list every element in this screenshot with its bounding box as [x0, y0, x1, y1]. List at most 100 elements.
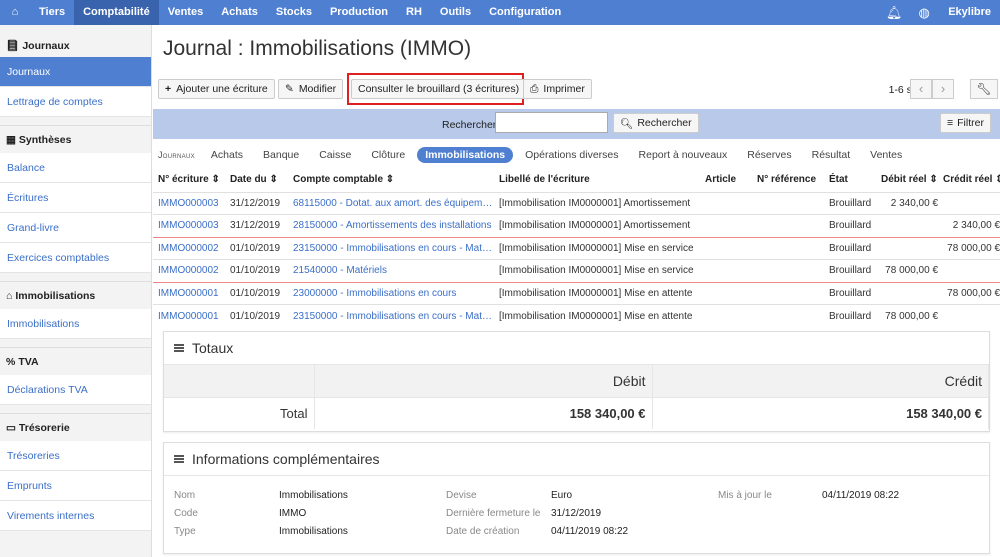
entry-label: [Immobilisation IM0000001] Amortissement [494, 191, 700, 215]
tab-ventes[interactable]: Ventes [862, 147, 910, 163]
nav-item-outils[interactable]: Outils [431, 0, 480, 25]
edit-button[interactable]: ✎ Modifier [278, 79, 344, 99]
sidebar-item-lettrage-de-comptes[interactable]: Lettrage de comptes [0, 87, 151, 117]
totals-title: Totaux [192, 340, 234, 356]
entry-date: 01/10/2019 [225, 281, 288, 305]
column-header-n-ecriture[interactable]: N° écriture ⇕ [153, 168, 225, 192]
nav-item-ventes[interactable]: Ventes [159, 0, 212, 25]
tab-caisse[interactable]: Caisse [311, 147, 359, 163]
sidebar-item-exercices-comptables[interactable]: Exercices comptables [0, 243, 151, 273]
credit-amount [938, 191, 1000, 215]
bell-icon[interactable]: 🔔︎ [879, 5, 909, 21]
print-button[interactable]: ⎙ Imprimer [523, 79, 592, 99]
info-devise: Euro [551, 490, 573, 501]
view-draft-button[interactable]: Consulter le brouillard (3 écritures) [351, 79, 527, 99]
tab-operations-diverses[interactable]: Opérations diverses [517, 147, 626, 163]
globe-icon[interactable]: ◍ [909, 5, 939, 21]
account-link[interactable]: 28150000 - Amortissements des installati… [288, 214, 494, 237]
info-nom: Immobilisations [279, 490, 348, 501]
entry-label: [Immobilisation IM0000001] Mise en servi… [494, 236, 700, 260]
tab-immobilisations[interactable]: Immobilisations [417, 147, 514, 163]
table-row[interactable]: IMMO000003 31/12/2019 68115000 - Dotat. au… [153, 191, 1000, 215]
entry-number-link[interactable]: IMMO000003 [153, 214, 225, 237]
info-header: Informations complémentaires [164, 443, 989, 476]
entry-label: [Immobilisation IM0000001] Mise en atten… [494, 281, 700, 305]
table-row[interactable]: IMMO000002 01/10/2019 21540000 - Matériels… [153, 259, 1000, 282]
sidebar-section-title: Immobilisations [15, 289, 96, 302]
plus-icon: + [165, 83, 172, 95]
nav-item-rh[interactable]: RH [397, 0, 431, 25]
pencil-icon: ✎ [285, 83, 294, 95]
search-button[interactable]: 🔍︎ Rechercher [613, 113, 699, 133]
nav-item-configuration[interactable]: Configuration [480, 0, 570, 25]
nav-right: 🔔︎ ◍ Ekylibre [879, 0, 1000, 25]
tab-reserves[interactable]: Réserves [739, 147, 799, 163]
list-icon [174, 344, 184, 352]
sidebar-item-immobilisations[interactable]: Immobilisations [0, 309, 151, 339]
sidebar-item-journaux[interactable]: Journaux [0, 57, 151, 87]
entry-number-link[interactable]: IMMO000002 [153, 259, 225, 282]
total-credit: 158 340,00 € [652, 396, 989, 429]
prev-page-button[interactable]: ‹ [910, 79, 932, 99]
account-link[interactable]: 23150000 - Immobilisations en cours - Ma… [288, 236, 494, 260]
sidebar-item-declarations-tva[interactable]: Déclarations TVA [0, 375, 151, 405]
nav-item-comptabilite[interactable]: Comptabilité [74, 0, 159, 25]
add-entry-label: Ajouter une écriture [176, 83, 268, 95]
next-page-button[interactable]: › [932, 79, 954, 99]
sidebar-item-emprunts[interactable]: Emprunts [0, 471, 151, 501]
article [700, 281, 752, 305]
column-header-credit-reel[interactable]: Crédit réel ⇕ [938, 168, 1000, 192]
sidebar-section-title: TVA [18, 355, 39, 368]
tab-cloture[interactable]: Clôture [363, 147, 413, 163]
nav-item-production[interactable]: Production [321, 0, 397, 25]
entry-label: [Immobilisation IM0000001] Mise en servi… [494, 259, 700, 282]
print-label: Imprimer [543, 83, 585, 95]
column-header-debit-reel[interactable]: Débit réel ⇕ [876, 168, 938, 192]
column-header-date-du[interactable]: Date du ⇕ [225, 168, 288, 192]
account-link[interactable]: 23000000 - Immobilisations en cours [288, 281, 494, 305]
table-row[interactable]: IMMO000001 01/10/2019 23000000 - Immobilis… [153, 281, 1000, 305]
table-row[interactable]: IMMO000002 01/10/2019 23150000 - Immobilis… [153, 236, 1000, 260]
filter-button[interactable]: ≡ Filtrer [940, 113, 991, 133]
wrench-icon[interactable]: 🔧︎ [970, 79, 998, 99]
account-link[interactable]: 21540000 - Matériels [288, 259, 494, 282]
entry-state: Brouillard [824, 281, 876, 305]
info-grid: Nom Immobilisations Code IMMO Type Immob… [164, 476, 989, 538]
sidebar: 📘︎ Journaux Journaux Lettrage de comptes ▦ Sy… [0, 25, 152, 557]
sidebar-item-grand-livre[interactable]: Grand-livre [0, 213, 151, 243]
table-row[interactable]: IMMO000003 31/12/2019 28150000 - Amortisse… [153, 214, 1000, 237]
user-menu[interactable]: Ekylibre [939, 0, 1000, 25]
sidebar-item-virements-internes[interactable]: Virements internes [0, 501, 151, 531]
entry-number-link[interactable]: IMMO000001 [153, 281, 225, 305]
sidebar-item-tresoreries[interactable]: Trésoreries [0, 441, 151, 471]
home-icon[interactable]: ⌂ [0, 0, 30, 25]
entry-number-link[interactable]: IMMO000003 [153, 191, 225, 215]
account-link[interactable]: 68115000 - Dotat. aux amort. des équipem… [288, 191, 494, 215]
entry-state: Brouillard [824, 304, 876, 327]
tab-report-a-nouveaux[interactable]: Report à nouveaux [631, 147, 736, 163]
credit-amount: 2 340,00 € [938, 214, 1000, 237]
add-entry-button[interactable]: + Ajouter une écriture [158, 79, 275, 99]
column-header-n-reference: N° référence [757, 174, 817, 186]
debit-amount: 78 000,00 € [876, 259, 938, 282]
entry-number-link[interactable]: IMMO000001 [153, 304, 225, 327]
sidebar-item-ecritures[interactable]: Écritures [0, 183, 151, 213]
account-link[interactable]: 23150000 - Immobilisations en cours - Ma… [288, 304, 494, 327]
sidebar-item-balance[interactable]: Balance [0, 153, 151, 183]
table-row[interactable]: IMMO000001 01/10/2019 23150000 - Immobilis… [153, 304, 1000, 327]
entry-number-link[interactable]: IMMO000002 [153, 236, 225, 260]
tab-resultat[interactable]: Résultat [804, 147, 859, 163]
money-icon: ▭ [6, 421, 16, 434]
nav-item-achats[interactable]: Achats [212, 0, 267, 25]
tab-banque[interactable]: Banque [255, 147, 307, 163]
edit-label: Modifier [298, 83, 337, 95]
column-header-article: Article [705, 174, 737, 186]
search-input[interactable] [495, 112, 608, 133]
nav-item-stocks[interactable]: Stocks [267, 0, 321, 25]
search-button-label: Rechercher [637, 117, 692, 129]
column-header-compte-comptable[interactable]: Compte comptable ⇕ [288, 168, 494, 192]
home-icon: ⌂ [6, 289, 13, 302]
nav-item-tiers[interactable]: Tiers [30, 0, 74, 25]
tab-achats[interactable]: Achats [203, 147, 251, 163]
article [700, 191, 752, 215]
